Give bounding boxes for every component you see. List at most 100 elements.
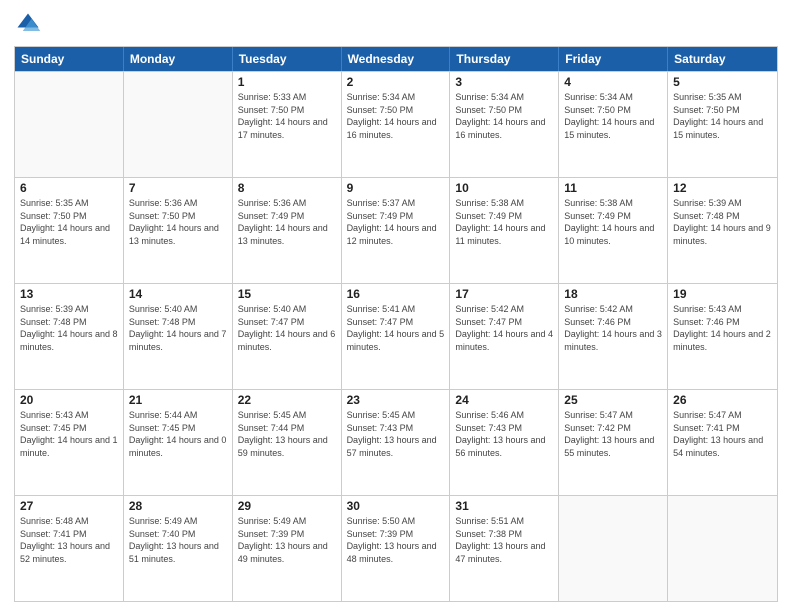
cal-cell: 1Sunrise: 5:33 AMSunset: 7:50 PMDaylight… bbox=[233, 72, 342, 177]
cell-info: Sunset: 7:50 PM bbox=[673, 104, 772, 117]
day-number: 26 bbox=[673, 393, 772, 407]
cell-info: Sunset: 7:44 PM bbox=[238, 422, 336, 435]
day-number: 18 bbox=[564, 287, 662, 301]
cell-info: Sunrise: 5:49 AM bbox=[238, 515, 336, 528]
cell-info: Sunset: 7:48 PM bbox=[673, 210, 772, 223]
cell-info: Sunset: 7:50 PM bbox=[564, 104, 662, 117]
cal-cell: 6Sunrise: 5:35 AMSunset: 7:50 PMDaylight… bbox=[15, 178, 124, 283]
cell-info: Daylight: 14 hours and 2 minutes. bbox=[673, 328, 772, 353]
day-number: 7 bbox=[129, 181, 227, 195]
day-number: 10 bbox=[455, 181, 553, 195]
cell-info: Daylight: 13 hours and 57 minutes. bbox=[347, 434, 445, 459]
cell-info: Daylight: 13 hours and 48 minutes. bbox=[347, 540, 445, 565]
cell-info: Sunrise: 5:36 AM bbox=[238, 197, 336, 210]
cal-cell: 30Sunrise: 5:50 AMSunset: 7:39 PMDayligh… bbox=[342, 496, 451, 601]
cal-cell: 28Sunrise: 5:49 AMSunset: 7:40 PMDayligh… bbox=[124, 496, 233, 601]
cell-info: Sunset: 7:49 PM bbox=[347, 210, 445, 223]
cell-info: Sunrise: 5:34 AM bbox=[455, 91, 553, 104]
cal-cell: 12Sunrise: 5:39 AMSunset: 7:48 PMDayligh… bbox=[668, 178, 777, 283]
cell-info: Sunset: 7:40 PM bbox=[129, 528, 227, 541]
day-number: 29 bbox=[238, 499, 336, 513]
cal-header-thursday: Thursday bbox=[450, 47, 559, 71]
cell-info: Sunrise: 5:44 AM bbox=[129, 409, 227, 422]
day-number: 24 bbox=[455, 393, 553, 407]
day-number: 31 bbox=[455, 499, 553, 513]
cal-cell: 5Sunrise: 5:35 AMSunset: 7:50 PMDaylight… bbox=[668, 72, 777, 177]
cell-info: Daylight: 14 hours and 3 minutes. bbox=[564, 328, 662, 353]
cell-info: Sunrise: 5:38 AM bbox=[564, 197, 662, 210]
day-number: 4 bbox=[564, 75, 662, 89]
cal-week-5: 27Sunrise: 5:48 AMSunset: 7:41 PMDayligh… bbox=[15, 495, 777, 601]
day-number: 17 bbox=[455, 287, 553, 301]
cell-info: Sunset: 7:41 PM bbox=[673, 422, 772, 435]
cal-cell: 9Sunrise: 5:37 AMSunset: 7:49 PMDaylight… bbox=[342, 178, 451, 283]
cal-cell: 14Sunrise: 5:40 AMSunset: 7:48 PMDayligh… bbox=[124, 284, 233, 389]
cell-info: Sunrise: 5:38 AM bbox=[455, 197, 553, 210]
cell-info: Daylight: 14 hours and 13 minutes. bbox=[238, 222, 336, 247]
cal-cell: 11Sunrise: 5:38 AMSunset: 7:49 PMDayligh… bbox=[559, 178, 668, 283]
cell-info: Sunset: 7:48 PM bbox=[20, 316, 118, 329]
cell-info: Sunset: 7:49 PM bbox=[455, 210, 553, 223]
day-number: 13 bbox=[20, 287, 118, 301]
cell-info: Sunrise: 5:48 AM bbox=[20, 515, 118, 528]
cal-week-4: 20Sunrise: 5:43 AMSunset: 7:45 PMDayligh… bbox=[15, 389, 777, 495]
cell-info: Daylight: 14 hours and 7 minutes. bbox=[129, 328, 227, 353]
day-number: 11 bbox=[564, 181, 662, 195]
cal-header-friday: Friday bbox=[559, 47, 668, 71]
cell-info: Daylight: 13 hours and 52 minutes. bbox=[20, 540, 118, 565]
cell-info: Sunset: 7:50 PM bbox=[20, 210, 118, 223]
cell-info: Sunset: 7:50 PM bbox=[455, 104, 553, 117]
cell-info: Daylight: 13 hours and 47 minutes. bbox=[455, 540, 553, 565]
day-number: 15 bbox=[238, 287, 336, 301]
day-number: 1 bbox=[238, 75, 336, 89]
cell-info: Daylight: 14 hours and 4 minutes. bbox=[455, 328, 553, 353]
cal-cell: 2Sunrise: 5:34 AMSunset: 7:50 PMDaylight… bbox=[342, 72, 451, 177]
cell-info: Sunrise: 5:43 AM bbox=[20, 409, 118, 422]
day-number: 3 bbox=[455, 75, 553, 89]
day-number: 23 bbox=[347, 393, 445, 407]
cell-info: Sunrise: 5:50 AM bbox=[347, 515, 445, 528]
page-header bbox=[14, 10, 778, 38]
cell-info: Daylight: 14 hours and 10 minutes. bbox=[564, 222, 662, 247]
cell-info: Sunrise: 5:40 AM bbox=[238, 303, 336, 316]
cal-week-3: 13Sunrise: 5:39 AMSunset: 7:48 PMDayligh… bbox=[15, 283, 777, 389]
cell-info: Sunrise: 5:43 AM bbox=[673, 303, 772, 316]
cell-info: Sunrise: 5:39 AM bbox=[673, 197, 772, 210]
cal-header-tuesday: Tuesday bbox=[233, 47, 342, 71]
cell-info: Daylight: 14 hours and 13 minutes. bbox=[129, 222, 227, 247]
cal-cell: 13Sunrise: 5:39 AMSunset: 7:48 PMDayligh… bbox=[15, 284, 124, 389]
cal-cell bbox=[15, 72, 124, 177]
cell-info: Daylight: 13 hours and 51 minutes. bbox=[129, 540, 227, 565]
cal-cell: 24Sunrise: 5:46 AMSunset: 7:43 PMDayligh… bbox=[450, 390, 559, 495]
cell-info: Sunrise: 5:40 AM bbox=[129, 303, 227, 316]
cell-info: Sunset: 7:41 PM bbox=[20, 528, 118, 541]
cal-cell: 26Sunrise: 5:47 AMSunset: 7:41 PMDayligh… bbox=[668, 390, 777, 495]
cell-info: Sunset: 7:47 PM bbox=[455, 316, 553, 329]
cell-info: Sunrise: 5:51 AM bbox=[455, 515, 553, 528]
cell-info: Sunrise: 5:47 AM bbox=[564, 409, 662, 422]
cell-info: Sunset: 7:46 PM bbox=[564, 316, 662, 329]
cal-header-saturday: Saturday bbox=[668, 47, 777, 71]
cell-info: Sunrise: 5:36 AM bbox=[129, 197, 227, 210]
cal-cell: 19Sunrise: 5:43 AMSunset: 7:46 PMDayligh… bbox=[668, 284, 777, 389]
day-number: 14 bbox=[129, 287, 227, 301]
cell-info: Sunset: 7:45 PM bbox=[129, 422, 227, 435]
day-number: 5 bbox=[673, 75, 772, 89]
cal-cell: 7Sunrise: 5:36 AMSunset: 7:50 PMDaylight… bbox=[124, 178, 233, 283]
cal-cell: 3Sunrise: 5:34 AMSunset: 7:50 PMDaylight… bbox=[450, 72, 559, 177]
page-container: SundayMondayTuesdayWednesdayThursdayFrid… bbox=[0, 0, 792, 612]
cal-cell: 10Sunrise: 5:38 AMSunset: 7:49 PMDayligh… bbox=[450, 178, 559, 283]
cal-header-monday: Monday bbox=[124, 47, 233, 71]
cell-info: Sunset: 7:38 PM bbox=[455, 528, 553, 541]
cell-info: Daylight: 14 hours and 16 minutes. bbox=[347, 116, 445, 141]
cell-info: Sunset: 7:43 PM bbox=[455, 422, 553, 435]
cal-cell: 31 Sunrise: 5:51 AMSunset: 7:38 PMDayligh… bbox=[450, 496, 559, 601]
cell-info: Sunrise: 5:47 AM bbox=[673, 409, 772, 422]
day-number: 19 bbox=[673, 287, 772, 301]
cell-info: Sunset: 7:47 PM bbox=[347, 316, 445, 329]
cell-info: Daylight: 14 hours and 12 minutes. bbox=[347, 222, 445, 247]
day-number: 16 bbox=[347, 287, 445, 301]
cell-info: Sunset: 7:50 PM bbox=[347, 104, 445, 117]
day-number: 28 bbox=[129, 499, 227, 513]
day-number: 27 bbox=[20, 499, 118, 513]
